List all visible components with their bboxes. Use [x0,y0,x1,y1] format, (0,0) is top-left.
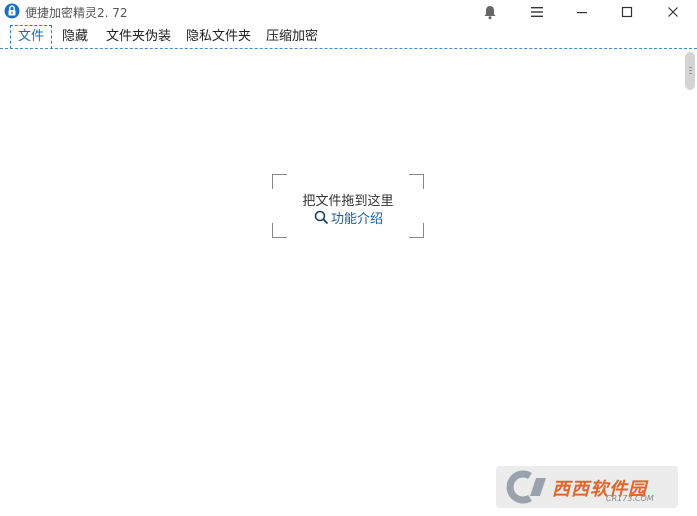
search-icon [314,210,329,225]
watermark-site: CR173.COM [606,494,654,503]
tab-hide[interactable]: 隐藏 [62,27,88,47]
minimize-icon [577,12,587,14]
watermark-c-icon [506,470,546,504]
tab-divider [0,48,697,49]
lock-logo-icon [4,3,20,19]
tab-folder-disguise[interactable]: 文件夹伪装 [106,27,171,47]
corner-mark [409,223,424,238]
maximize-icon [621,6,633,18]
corner-mark [409,174,424,189]
window-title: 便捷加密精灵2. 72 [25,6,128,20]
close-icon [668,7,678,17]
corner-mark [272,174,287,189]
feature-intro-link[interactable]: 功能介绍 [314,208,383,227]
corner-mark [272,223,287,238]
notification-bell-button[interactable] [468,0,512,24]
drop-hint-text: 把文件拖到这里 [302,194,394,209]
vertical-scrollbar[interactable] [684,50,696,516]
tab-compress-encrypt[interactable]: 压缩加密 [266,27,318,47]
feature-intro-label: 功能介绍 [331,212,384,227]
minimize-button[interactable] [560,0,604,24]
title-bar: 便捷加密精灵2. 72 [0,0,697,24]
maximize-button[interactable] [605,0,649,24]
tab-private-folder[interactable]: 隐私文件夹 [186,27,251,47]
bell-icon [484,5,496,19]
menu-button[interactable] [515,0,559,24]
hamburger-icon [531,7,543,17]
watermark-logo: 西西软件园 CR173.COM [496,466,678,508]
close-button[interactable] [651,0,695,24]
file-drop-zone[interactable]: 把文件拖到这里 功能介绍 [272,174,424,238]
tab-bar: 文件 隐藏 文件夹伪装 隐私文件夹 压缩加密 [0,25,697,49]
tab-files[interactable]: 文件 [10,25,53,49]
scrollbar-thumb[interactable] [685,52,695,90]
